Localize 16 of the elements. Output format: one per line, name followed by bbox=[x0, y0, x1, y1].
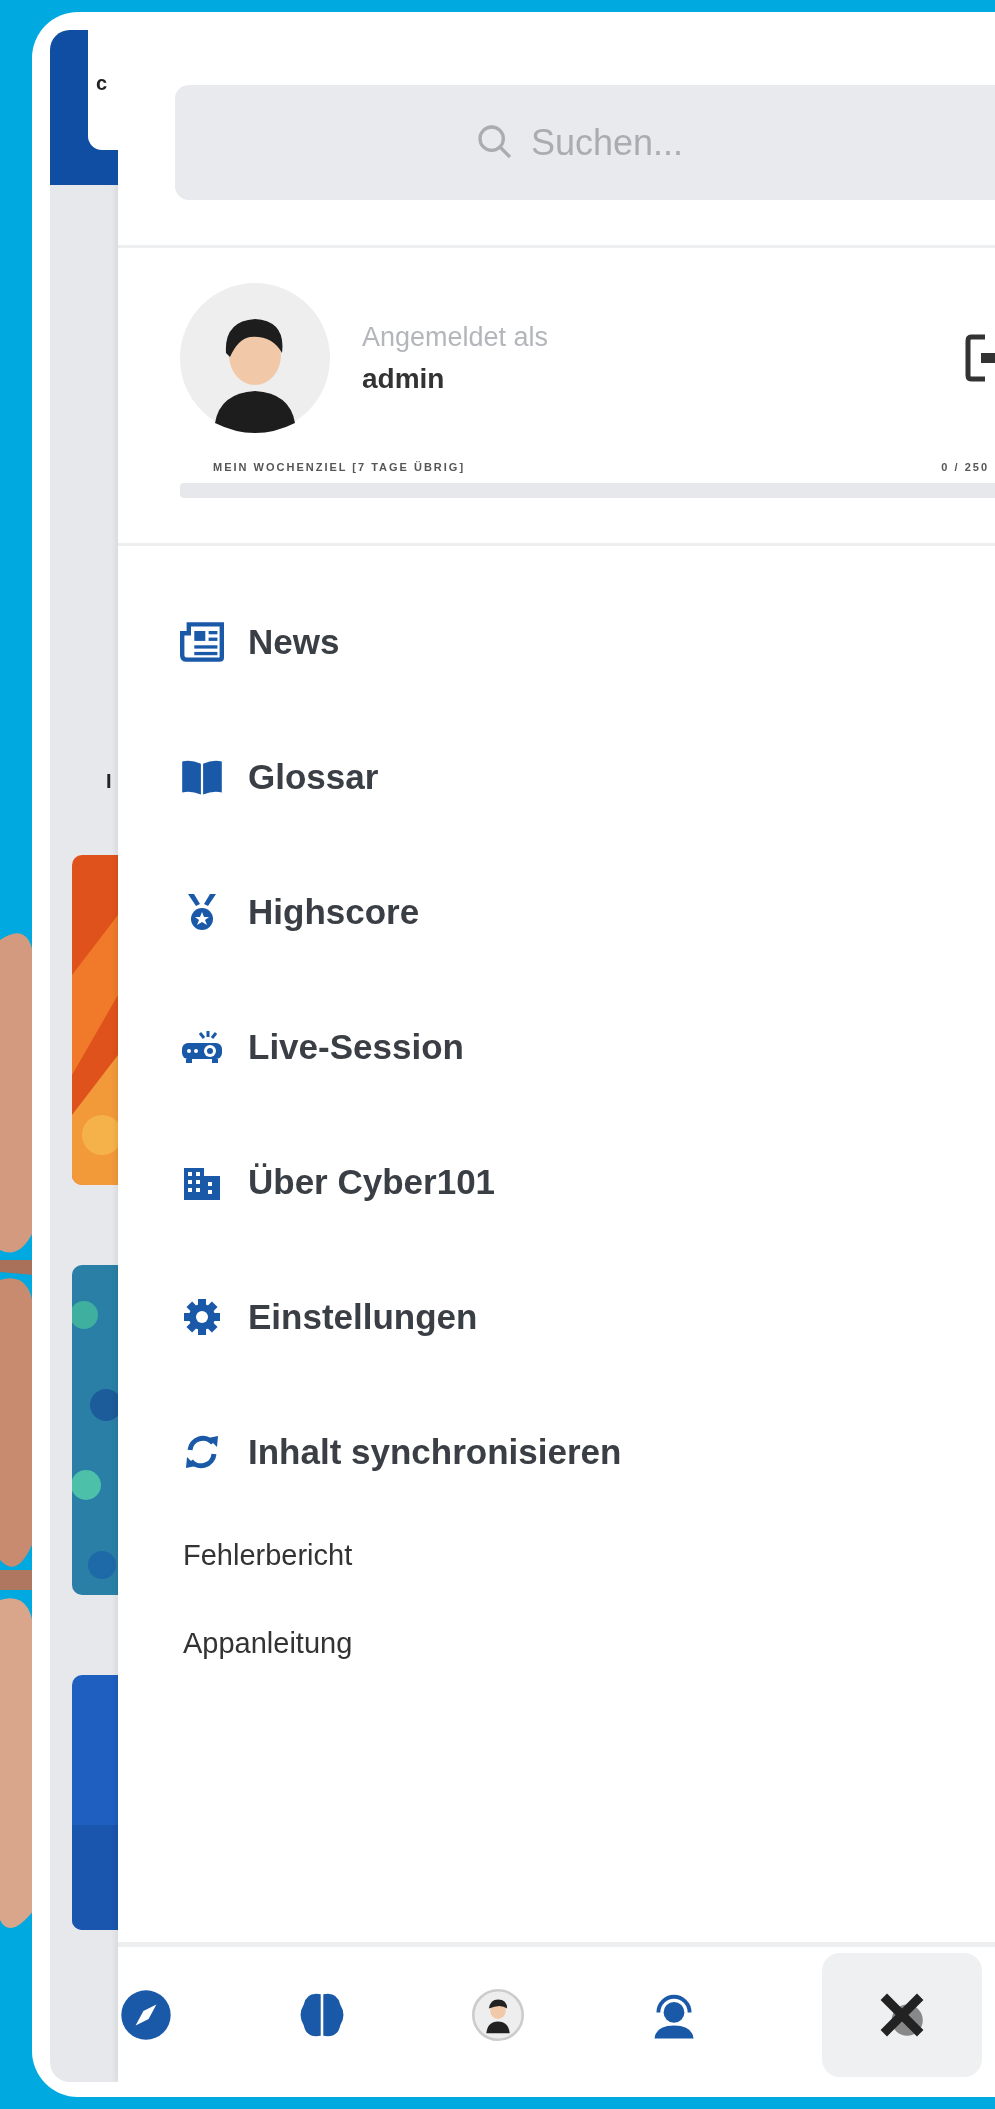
username: admin bbox=[362, 362, 446, 395]
search-field[interactable]: Suchen... bbox=[175, 85, 995, 200]
menu-link[interactable]: Appanleitung bbox=[183, 1627, 353, 1660]
menu-item[interactable]: Über Cyber101 bbox=[248, 1161, 496, 1202]
menu-item[interactable]: Highscore bbox=[248, 891, 420, 932]
menu-item[interactable]: Live-Session bbox=[248, 1026, 464, 1067]
menu-item[interactable]: Glossar bbox=[248, 756, 379, 797]
partial-text: c bbox=[96, 72, 108, 95]
menu-item[interactable]: News bbox=[248, 621, 340, 662]
menu-item[interactable]: Einstellungen bbox=[248, 1296, 478, 1337]
weekly-goal-count: 0 / 250 bbox=[941, 461, 989, 473]
partial-text: I bbox=[106, 770, 113, 793]
login-caption: Angemeldet als bbox=[362, 321, 549, 353]
menu-link[interactable]: Fehlerbericht bbox=[183, 1539, 353, 1572]
weekly-goal-label: MEIN WOCHENZIEL [7 TAGE ÜBRIG] bbox=[213, 461, 466, 473]
menu-item[interactable]: Inhalt synchronisieren bbox=[248, 1431, 622, 1472]
